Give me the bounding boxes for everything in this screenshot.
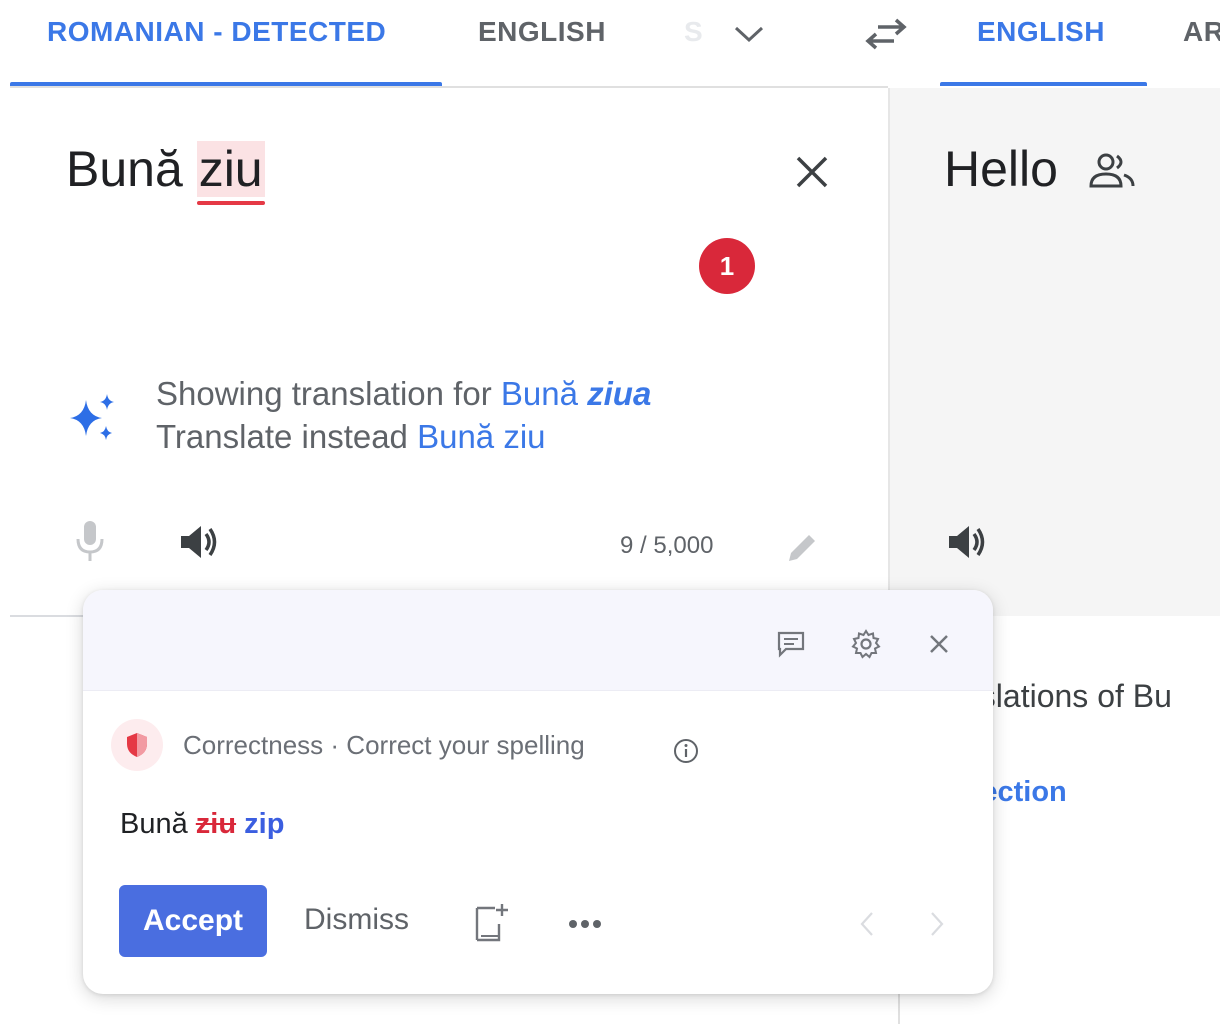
- misspelled-word[interactable]: ziu: [196, 141, 265, 197]
- tab-source-romanian-detected[interactable]: ROMANIAN - DETECTED: [47, 16, 386, 48]
- source-input[interactable]: Bună ziu: [66, 140, 265, 198]
- voice-input-button[interactable]: [66, 516, 114, 566]
- accept-button[interactable]: Accept: [119, 885, 267, 957]
- card-header: [83, 590, 993, 691]
- tab-source-fade: S: [684, 16, 703, 47]
- dismiss-button[interactable]: Dismiss: [304, 903, 409, 937]
- active-target-tab-indicator: [940, 82, 1147, 86]
- correctness-badge: [111, 719, 163, 771]
- spelling-suggestion: Showing translation for Bună ziua Transl…: [156, 372, 651, 458]
- grammar-issue-count-badge[interactable]: 1: [699, 238, 755, 294]
- settings-icon: [851, 629, 881, 659]
- suggestion-sparkle: [62, 388, 122, 448]
- chevron-left-icon: [860, 912, 873, 936]
- sparkle-icon: [70, 394, 114, 440]
- instead-prefix: Translate instead: [156, 418, 408, 455]
- gender-translations-button[interactable]: [1084, 146, 1140, 196]
- translation-text: Hello: [944, 141, 1058, 197]
- corrected-text-bold: ziua: [587, 375, 652, 412]
- more-icon: [569, 920, 601, 928]
- tab-source-english[interactable]: ENGLISH: [478, 16, 606, 48]
- translate-instead-line: Translate instead Bună ziu: [156, 415, 651, 458]
- more-source-languages-button[interactable]: [725, 14, 773, 54]
- close-icon: [796, 156, 828, 188]
- language-bar: ROMANIAN - DETECTED ENGLISH S ENGLISH AR: [0, 0, 1220, 88]
- edit-button[interactable]: [780, 526, 824, 570]
- source-pane: Bună ziu 1 Showing translation for Bună …: [10, 88, 886, 616]
- target-pane: Hello: [888, 88, 1220, 616]
- previous-suggestion-button[interactable]: [849, 904, 885, 944]
- settings-button[interactable]: [846, 624, 886, 664]
- listen-source-button[interactable]: [172, 518, 228, 566]
- listen-translation-button[interactable]: [940, 518, 996, 566]
- translations-heading: nslations of Bu: [962, 678, 1172, 714]
- close-icon: [930, 635, 948, 653]
- info-button[interactable]: [669, 734, 703, 768]
- suggestion-category: Correctness · Correct your spelling: [183, 730, 585, 761]
- clear-source-button[interactable]: [784, 144, 840, 200]
- swap-languages-button[interactable]: [858, 12, 914, 56]
- corrected-text-plain: Bună: [500, 375, 578, 412]
- people-icon: [1089, 153, 1135, 188]
- add-to-dictionary-button[interactable]: [467, 898, 515, 948]
- translation-output: Hello: [944, 140, 1058, 198]
- microphone-icon: [76, 521, 104, 561]
- character-count: 9 / 5,000: [620, 532, 714, 559]
- shield-icon: [127, 733, 147, 757]
- next-suggestion-button[interactable]: [919, 904, 955, 944]
- close-card-button[interactable]: [919, 624, 959, 664]
- chevron-right-icon: [931, 912, 944, 936]
- info-icon: [674, 739, 698, 763]
- tab-target-english[interactable]: ENGLISH: [977, 16, 1105, 48]
- chevron-down-icon: [734, 26, 764, 43]
- swap-icon: [865, 18, 907, 50]
- source-word: Bună: [66, 141, 183, 197]
- category-separator: ·: [330, 730, 340, 760]
- corrected-text-link[interactable]: Bună ziua: [501, 375, 651, 412]
- original-text-link[interactable]: Bună ziu: [417, 418, 545, 455]
- category-label: Correctness: [183, 730, 324, 760]
- feedback-button[interactable]: [771, 624, 811, 664]
- showing-prefix: Showing translation for: [156, 375, 492, 412]
- feedback-icon: [777, 631, 805, 658]
- tab-target-arabic[interactable]: AR: [1183, 16, 1220, 48]
- pencil-icon: [789, 535, 815, 561]
- more-options-button[interactable]: [561, 904, 609, 944]
- suggestion-preview: Bună ziu zip: [120, 808, 284, 841]
- category-description: Correct your spelling: [346, 730, 585, 760]
- replacement-word[interactable]: zip: [244, 808, 284, 840]
- showing-translation-line: Showing translation for Bună ziua: [156, 372, 651, 415]
- grammar-suggestion-card: Correctness · Correct your spelling Bună…: [83, 590, 993, 994]
- context-word: Bună: [120, 808, 188, 840]
- add-to-dictionary-icon: [475, 904, 508, 942]
- speaker-icon: [949, 526, 985, 558]
- struck-word: ziu: [195, 808, 237, 840]
- speaker-icon: [181, 526, 217, 558]
